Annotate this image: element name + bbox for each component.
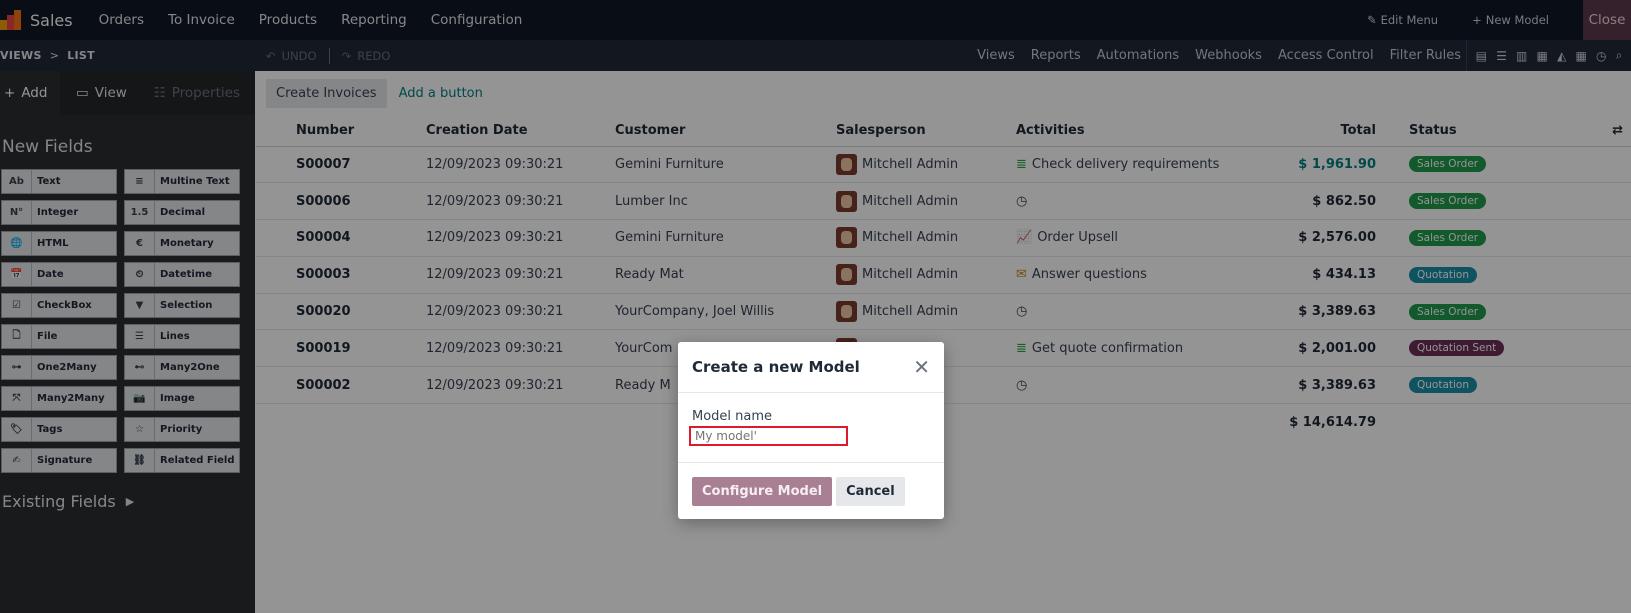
create-model-dialog: Create a new Model ✕ Model name Configur… [678,342,944,519]
configure-model-button[interactable]: Configure Model [692,476,833,506]
modal-backdrop [0,0,1631,613]
dialog-body: Model name [678,393,944,463]
cancel-button[interactable]: Cancel [836,476,905,506]
dialog-header: Create a new Model ✕ [678,342,944,393]
close-icon[interactable]: ✕ [913,355,930,379]
dialog-footer: Configure Model Cancel [678,463,944,519]
dialog-title: Create a new Model [692,358,860,376]
model-name-input[interactable] [689,426,848,446]
model-name-label: Model name [692,409,773,424]
